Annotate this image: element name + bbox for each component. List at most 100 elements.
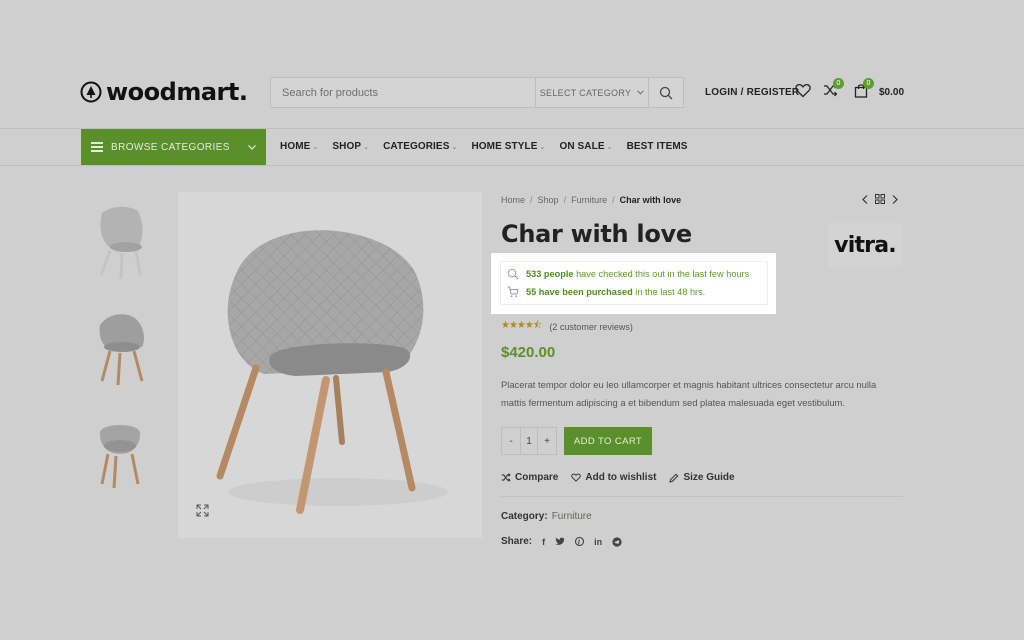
product-actions: Compare Add to wishlist Size Guide [501,472,735,483]
chevron-down-icon: ⌄ [451,143,458,151]
telegram-icon[interactable] [612,536,622,547]
main-product-image[interactable] [178,192,482,538]
product-title: Char with love [501,220,692,248]
qty-input[interactable]: 1 [520,428,538,454]
wishlist-link[interactable]: Add to wishlist [571,472,656,483]
cart-count-badge: 0 [863,78,874,89]
browse-categories-button[interactable]: BROWSE CATEGORIES [81,129,266,165]
category-select[interactable]: SELECT CATEGORY [535,78,648,107]
nav-item-on-sale[interactable]: ON SALE ⌄ [559,141,612,152]
product-thumbnail-1[interactable] [80,196,160,286]
shuffle-icon [501,473,511,482]
category-link[interactable]: Furniture [552,511,592,522]
zoom-button[interactable] [196,504,209,522]
breadcrumb-current: Char with love [619,195,682,205]
expand-icon [196,504,209,517]
category-select-label: SELECT CATEGORY [539,87,632,98]
search-input[interactable] [271,78,535,107]
compare-button[interactable]: 0 [823,78,844,102]
product-pager [862,194,898,204]
chevron-down-icon [248,144,256,150]
nav-item-label: ON SALE [559,141,605,152]
visits-count: 533 people [526,269,574,279]
nav-item-categories[interactable]: CATEGORIES ⌄ [383,141,457,152]
compare-count-badge: 0 [833,78,844,89]
breadcrumb-shop[interactable]: Shop [538,195,559,205]
chair-thumbnail-image [99,314,144,386]
chevron-down-icon: ⌄ [606,143,613,151]
nav-item-label: HOME STYLE [471,141,538,152]
main-nav: HOME ⌄ SHOP ⌄ CATEGORIES ⌄ HOME STYLE ⌄ ON S… [280,141,688,152]
breadcrumb-separator: / [563,195,567,205]
breadcrumb-separator: / [530,195,533,205]
chevron-left-icon[interactable] [862,194,868,204]
site-logo[interactable]: woodmart. [80,78,248,106]
category-label: Category: [501,511,548,522]
nav-item-label: HOME [280,141,311,152]
nav-divider [0,165,1024,166]
product-category: Category: Furniture [501,511,592,522]
search-bar: SELECT CATEGORY [270,77,684,108]
product-thumbnail-3[interactable] [80,405,160,495]
breadcrumb-furniture[interactable]: Furniture [571,195,607,205]
cart-button[interactable]: 0 [854,78,874,103]
nav-item-label: SHOP [332,141,362,152]
purchased-text: in the last 48 hrs. [635,287,706,297]
chevron-down-icon: ⌄ [539,143,546,151]
product-thumbnail-2[interactable] [80,300,160,390]
nav-item-label: BEST ITEMS [626,141,688,152]
wishlist-button[interactable] [795,83,811,103]
chevron-down-icon [637,90,645,95]
compare-label: Compare [515,472,559,483]
search-icon [659,86,673,99]
nav-item-label: CATEGORIES [383,141,450,152]
product-visits-box: 533 people have checked this out in the … [500,261,768,305]
facebook-icon[interactable]: f [542,537,545,547]
browse-categories-label: BROWSE CATEGORIES [111,141,230,153]
login-register-link[interactable]: LOGIN / REGISTER [705,87,799,98]
pinterest-icon[interactable] [575,537,585,546]
chair-thumbnail-image [99,425,141,489]
brand-logo[interactable]: vitra. [828,223,902,267]
page: woodmart. SELECT CATEGORY LOGIN / REGIST… [0,0,1024,640]
pencil-icon [669,473,679,483]
compare-link[interactable]: Compare [501,472,558,483]
product-description: Placerat tempor dolor eu leo ullamcorper… [501,379,877,408]
chair-image [216,230,448,514]
purchased-row: 55 have been purchased in the last 48 hr… [507,286,705,298]
product-price: $420.00 [501,344,556,361]
qty-minus-button[interactable]: - [502,428,520,454]
wishlist-label: Add to wishlist [585,472,657,483]
logo-text: woodmart. [106,78,248,106]
star-rating-icon: ★★★★⯪ [501,320,542,331]
menu-icon [91,140,103,155]
breadcrumb-home[interactable]: Home [501,195,525,205]
qty-plus-button[interactable]: + [538,428,556,454]
search-button[interactable] [648,78,683,107]
tree-logo-icon [80,81,102,103]
breadcrumb: Home / Shop / Furniture / Char with love [501,195,681,205]
quantity-stepper: - 1 + [501,427,557,455]
nav-item-home-style[interactable]: HOME STYLE ⌄ [471,141,545,152]
size-guide-label: Size Guide [683,472,735,483]
visits-row: 533 people have checked this out in the … [507,268,749,280]
meta-divider [501,496,903,497]
nav-item-shop[interactable]: SHOP ⌄ [332,141,369,152]
grid-icon[interactable] [875,194,885,204]
chevron-right-icon[interactable] [892,194,898,204]
purchased-count: 55 have been purchased [526,287,633,297]
chair-thumbnail-image [99,206,143,280]
heart-icon [795,84,811,98]
chevron-down-icon: ⌄ [312,143,319,151]
nav-item-home[interactable]: HOME ⌄ [280,141,318,152]
rating[interactable]: ★★★★⯪ (2 customer reviews) [501,318,633,335]
share-row: Share: f in [501,536,622,547]
cart-total[interactable]: $0.00 [879,87,904,98]
linkedin-icon[interactable]: in [594,537,602,547]
nav-item-best-items[interactable]: BEST ITEMS [627,141,688,152]
size-guide-link[interactable]: Size Guide [669,472,735,483]
twitter-icon[interactable] [555,537,565,546]
visits-text: have checked this out in the last few ho… [576,269,750,279]
reviews-link[interactable]: (2 customer reviews) [549,322,633,332]
add-to-cart-button[interactable]: ADD TO CART [564,427,652,455]
